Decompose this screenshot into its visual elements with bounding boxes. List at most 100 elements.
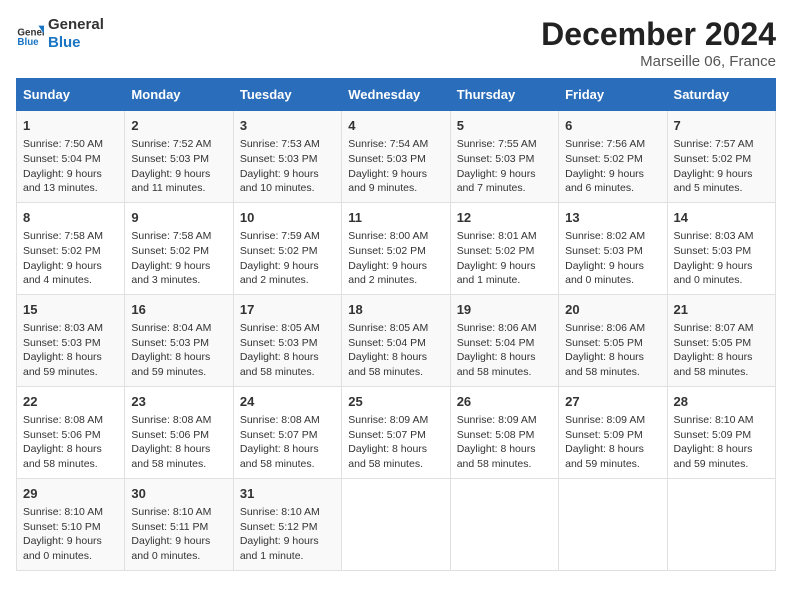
day-number: 25 <box>348 393 443 411</box>
cell-info-line: Sunrise: 8:00 AM <box>348 229 443 244</box>
cell-info-line: Sunrise: 8:06 AM <box>457 321 552 336</box>
day-number: 21 <box>674 301 769 319</box>
day-number: 11 <box>348 209 443 227</box>
cell-info-line: Daylight: 8 hours <box>23 350 118 365</box>
cell-info-line: Daylight: 9 hours <box>240 534 335 549</box>
cell-info-line: and 58 minutes. <box>565 365 660 380</box>
cell-info-line: and 0 minutes. <box>131 549 226 564</box>
cell-info-line: Sunset: 5:07 PM <box>240 428 335 443</box>
cell-info-line: Sunrise: 8:03 AM <box>23 321 118 336</box>
cell-info-line: Sunset: 5:04 PM <box>457 336 552 351</box>
calendar-cell: 5Sunrise: 7:55 AMSunset: 5:03 PMDaylight… <box>450 111 558 203</box>
calendar-week-row: 22Sunrise: 8:08 AMSunset: 5:06 PMDayligh… <box>17 386 776 478</box>
day-number: 6 <box>565 117 660 135</box>
day-number: 19 <box>457 301 552 319</box>
calendar-week-row: 15Sunrise: 8:03 AMSunset: 5:03 PMDayligh… <box>17 294 776 386</box>
cell-info-line: Daylight: 9 hours <box>131 534 226 549</box>
cell-info-line: Sunset: 5:07 PM <box>348 428 443 443</box>
cell-info-line: Sunset: 5:03 PM <box>348 152 443 167</box>
cell-info-line: Sunset: 5:03 PM <box>674 244 769 259</box>
cell-info-line: Daylight: 9 hours <box>457 259 552 274</box>
cell-info-line: Daylight: 8 hours <box>348 442 443 457</box>
day-number: 24 <box>240 393 335 411</box>
calendar-cell: 20Sunrise: 8:06 AMSunset: 5:05 PMDayligh… <box>559 294 667 386</box>
cell-info-line: Daylight: 9 hours <box>131 167 226 182</box>
logo-text-blue: Blue <box>48 34 104 52</box>
calendar-cell <box>667 478 775 570</box>
cell-info-line: Daylight: 8 hours <box>674 442 769 457</box>
calendar-cell: 18Sunrise: 8:05 AMSunset: 5:04 PMDayligh… <box>342 294 450 386</box>
cell-info-line: Sunset: 5:03 PM <box>240 152 335 167</box>
cell-info-line: Sunrise: 7:52 AM <box>131 137 226 152</box>
cell-info-line: Sunset: 5:02 PM <box>131 244 226 259</box>
cell-info-line: Daylight: 9 hours <box>240 259 335 274</box>
day-number: 16 <box>131 301 226 319</box>
cell-info-line: and 58 minutes. <box>348 365 443 380</box>
header: General Blue General Blue December 2024 … <box>16 16 776 70</box>
cell-info-line: Sunset: 5:02 PM <box>23 244 118 259</box>
day-number: 8 <box>23 209 118 227</box>
cell-info-line: and 1 minute. <box>240 549 335 564</box>
weekday-header-monday: Monday <box>125 79 233 111</box>
cell-info-line: and 58 minutes. <box>240 365 335 380</box>
cell-info-line: Sunrise: 8:10 AM <box>674 413 769 428</box>
cell-info-line: and 2 minutes. <box>240 273 335 288</box>
weekday-header-sunday: Sunday <box>17 79 125 111</box>
cell-info-line: Sunset: 5:02 PM <box>565 152 660 167</box>
cell-info-line: Sunset: 5:05 PM <box>674 336 769 351</box>
cell-info-line: Daylight: 9 hours <box>131 259 226 274</box>
cell-info-line: Daylight: 8 hours <box>240 442 335 457</box>
cell-info-line: and 3 minutes. <box>131 273 226 288</box>
cell-info-line: and 10 minutes. <box>240 181 335 196</box>
cell-info-line: Daylight: 8 hours <box>457 350 552 365</box>
day-number: 10 <box>240 209 335 227</box>
weekday-header-friday: Friday <box>559 79 667 111</box>
calendar-cell <box>342 478 450 570</box>
cell-info-line: Daylight: 9 hours <box>23 259 118 274</box>
cell-info-line: and 58 minutes. <box>674 365 769 380</box>
day-number: 27 <box>565 393 660 411</box>
cell-info-line: Sunrise: 8:01 AM <box>457 229 552 244</box>
cell-info-line: Daylight: 8 hours <box>348 350 443 365</box>
cell-info-line: and 0 minutes. <box>23 549 118 564</box>
cell-info-line: Sunrise: 8:08 AM <box>23 413 118 428</box>
calendar-cell: 24Sunrise: 8:08 AMSunset: 5:07 PMDayligh… <box>233 386 341 478</box>
logo: General Blue General Blue <box>16 16 104 52</box>
cell-info-line: Sunset: 5:06 PM <box>23 428 118 443</box>
cell-info-line: Sunset: 5:12 PM <box>240 520 335 535</box>
svg-text:Blue: Blue <box>17 37 39 48</box>
cell-info-line: and 59 minutes. <box>23 365 118 380</box>
cell-info-line: Sunset: 5:02 PM <box>457 244 552 259</box>
cell-info-line: and 1 minute. <box>457 273 552 288</box>
cell-info-line: Sunrise: 8:04 AM <box>131 321 226 336</box>
cell-info-line: Sunset: 5:10 PM <box>23 520 118 535</box>
calendar-cell: 3Sunrise: 7:53 AMSunset: 5:03 PMDaylight… <box>233 111 341 203</box>
cell-info-line: Daylight: 8 hours <box>240 350 335 365</box>
calendar-cell: 26Sunrise: 8:09 AMSunset: 5:08 PMDayligh… <box>450 386 558 478</box>
cell-info-line: Sunrise: 8:06 AM <box>565 321 660 336</box>
day-number: 22 <box>23 393 118 411</box>
calendar-cell <box>559 478 667 570</box>
cell-info-line: and 58 minutes. <box>457 365 552 380</box>
cell-info-line: Daylight: 9 hours <box>23 167 118 182</box>
cell-info-line: Sunrise: 8:05 AM <box>240 321 335 336</box>
calendar-cell: 10Sunrise: 7:59 AMSunset: 5:02 PMDayligh… <box>233 202 341 294</box>
calendar-cell: 25Sunrise: 8:09 AMSunset: 5:07 PMDayligh… <box>342 386 450 478</box>
cell-info-line: Daylight: 9 hours <box>674 167 769 182</box>
cell-info-line: Sunrise: 8:09 AM <box>565 413 660 428</box>
logo-icon: General Blue <box>16 20 44 48</box>
cell-info-line: Sunrise: 7:54 AM <box>348 137 443 152</box>
calendar-cell: 8Sunrise: 7:58 AMSunset: 5:02 PMDaylight… <box>17 202 125 294</box>
cell-info-line: and 11 minutes. <box>131 181 226 196</box>
cell-info-line: and 59 minutes. <box>674 457 769 472</box>
calendar-cell: 19 Sunrise: 8:06 AMSunset: 5:04 PMDayligh… <box>450 294 558 386</box>
cell-info-line: Sunset: 5:04 PM <box>23 152 118 167</box>
cell-info-line: Daylight: 8 hours <box>23 442 118 457</box>
calendar-cell: 29Sunrise: 8:10 AMSunset: 5:10 PMDayligh… <box>17 478 125 570</box>
cell-info-line: Daylight: 9 hours <box>565 259 660 274</box>
day-number: 15 <box>23 301 118 319</box>
cell-info-line: and 0 minutes. <box>674 273 769 288</box>
cell-info-line: Daylight: 9 hours <box>240 167 335 182</box>
calendar-cell: 15Sunrise: 8:03 AMSunset: 5:03 PMDayligh… <box>17 294 125 386</box>
weekday-header-thursday: Thursday <box>450 79 558 111</box>
